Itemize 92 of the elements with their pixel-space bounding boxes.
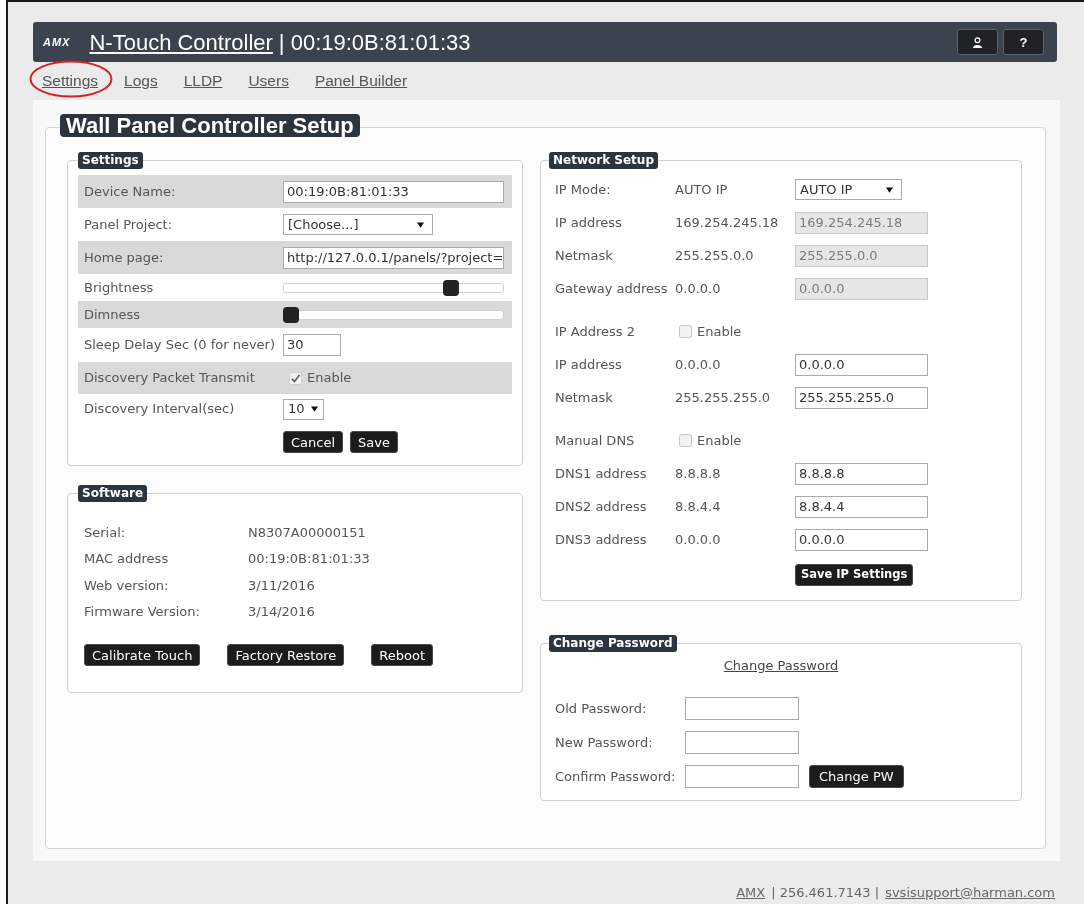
field-label: Brightness	[83, 278, 155, 297]
field-label: DNS2 address	[555, 497, 648, 516]
action-button[interactable]: Save	[350, 431, 398, 453]
change-password-link[interactable]: Change Password	[723, 656, 839, 676]
slider-track[interactable]	[283, 279, 504, 296]
action-button[interactable]: Factory Restore	[227, 644, 345, 666]
field-label: Manual DNS	[555, 431, 636, 450]
action-button[interactable]: Cancel	[283, 431, 344, 453]
field-label: Dimness	[83, 305, 142, 324]
slider-thumb[interactable]	[442, 279, 459, 296]
current-value: 255.255.255.0	[675, 388, 772, 407]
user-button[interactable]	[957, 29, 998, 55]
action-button[interactable]: Calibrate Touch	[84, 644, 201, 666]
text-field[interactable]: 30	[283, 334, 341, 356]
password-field[interactable]	[685, 765, 799, 788]
change-pw-button[interactable]: Change PW	[809, 765, 904, 788]
field-label: Gateway address	[555, 279, 669, 298]
checkbox-label: Enable	[697, 322, 742, 341]
section-title: Change Password	[549, 635, 677, 652]
caret-icon	[417, 221, 424, 228]
current-value: AUTO IP	[675, 180, 729, 199]
current-value: 0.0.0.0	[675, 530, 722, 549]
nav-link[interactable]: Users	[248, 72, 289, 90]
checkbox[interactable]	[289, 371, 302, 385]
info-value: 00:19:0B:81:01:33	[248, 550, 371, 568]
field-label: Device Name:	[83, 182, 177, 201]
password-field[interactable]	[685, 697, 799, 720]
text-field[interactable]: http://127.0.0.1/panels/?project=	[283, 246, 504, 269]
field-label: Discovery Packet Transmit	[83, 369, 256, 388]
field-label: Panel Project:	[83, 215, 174, 234]
text-field[interactable]: 8.8.8.8	[795, 462, 928, 485]
field-label: Discovery Interval(sec)	[83, 400, 236, 419]
user-icon	[972, 36, 983, 48]
caret-icon	[886, 186, 893, 193]
action-button[interactable]: Reboot	[371, 644, 434, 666]
info-label: Web version:	[84, 576, 170, 595]
field-label: DNS1 address	[555, 464, 648, 483]
field-label: Home page:	[83, 248, 165, 267]
current-value: 255.255.0.0	[675, 246, 755, 265]
current-value: 0.0.0.0	[675, 279, 722, 298]
info-label: Firmware Version:	[84, 603, 201, 621]
field-label: Old Password:	[555, 699, 648, 718]
field-label: Netmask	[555, 246, 614, 265]
help-button[interactable]: ?	[1003, 29, 1044, 55]
current-value: 8.8.4.4	[675, 497, 722, 516]
text-field[interactable]: 255.255.255.0	[795, 386, 928, 409]
text-field[interactable]: 0.0.0.0	[795, 353, 928, 376]
info-label: MAC address	[84, 550, 170, 568]
current-value: 8.8.8.8	[675, 464, 722, 483]
checkbox-label: Enable	[697, 431, 742, 450]
nav-link[interactable]: Panel Builder	[314, 72, 408, 90]
checkbox-label: Enable	[307, 369, 352, 388]
device-address: | 00:19:0B:81:01:33	[278, 28, 471, 57]
nav-link[interactable]: LLDP	[183, 72, 223, 90]
section-title: Software	[78, 485, 148, 502]
field-label: DNS3 address	[555, 530, 648, 549]
checkbox[interactable]	[679, 325, 692, 338]
info-value: N8307A00000151	[248, 523, 367, 542]
dropdown[interactable]: [Choose...]	[283, 214, 433, 235]
slider-track[interactable]	[283, 306, 504, 323]
section-title: Settings	[78, 152, 143, 169]
nav-link[interactable]: Logs	[124, 72, 158, 90]
title-link[interactable]: N-Touch Controller	[89, 25, 273, 59]
caret-icon	[310, 406, 318, 412]
dropdown[interactable]: AUTO IP	[795, 179, 902, 200]
field-label: New Password:	[555, 733, 654, 752]
info-label: Serial:	[84, 523, 127, 542]
section-title: Network Setup	[549, 152, 658, 169]
field-label: IP Address 2	[555, 322, 636, 341]
password-field[interactable]	[685, 731, 799, 754]
field-label: Netmask	[555, 388, 614, 407]
field-label: Sleep Delay Sec (0 for never)	[83, 336, 276, 355]
checkbox[interactable]	[679, 434, 692, 447]
field-label: Confirm Password:	[555, 767, 677, 786]
save-ip-button[interactable]: Save IP Settings	[795, 564, 914, 586]
info-value: 3/11/2016	[248, 576, 316, 595]
field-label: IP Mode:	[555, 180, 612, 199]
footer-link[interactable]: AMX	[736, 883, 766, 903]
field-label: IP address	[555, 355, 623, 374]
footer-link[interactable]: svsisupport@harman.com	[885, 883, 1055, 903]
text-field[interactable]: 8.8.4.4	[795, 495, 928, 518]
text-field[interactable]: 00:19:0B:81:01:33	[283, 180, 504, 203]
current-value: 169.254.245.18	[675, 213, 780, 232]
slider-thumb[interactable]	[283, 306, 299, 323]
footer-text: | 256.461.7143 |	[771, 884, 880, 902]
info-value: 3/14/2016	[248, 603, 316, 621]
dropdown[interactable]: 10	[283, 398, 324, 420]
text-field[interactable]: 0.0.0.0	[795, 528, 928, 551]
logo: AMX	[43, 34, 71, 50]
page-title: Wall Panel Controller Setup	[60, 114, 360, 137]
current-value: 0.0.0.0	[675, 355, 722, 374]
field-label: IP address	[555, 213, 623, 232]
